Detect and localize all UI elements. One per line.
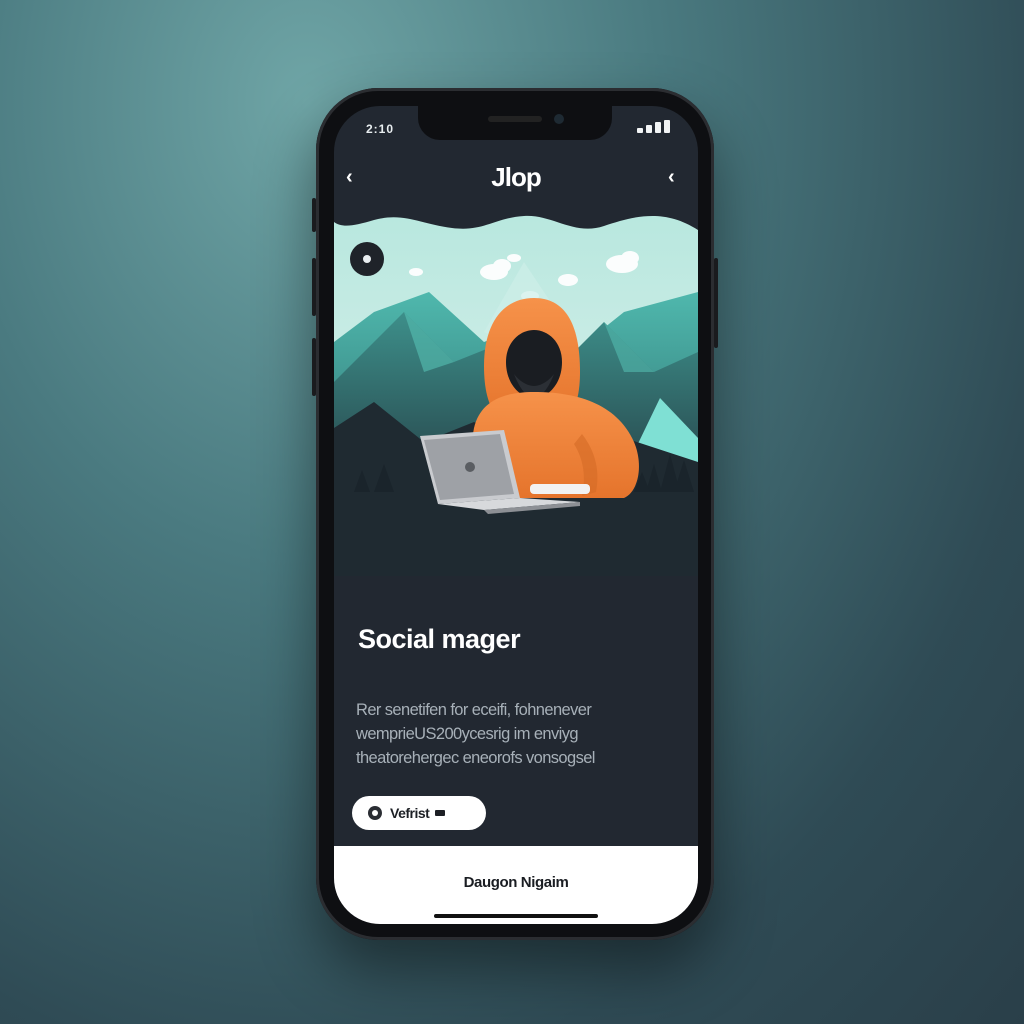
- visit-button-label: Vefrist: [390, 805, 430, 821]
- record-dot-icon[interactable]: [350, 242, 384, 276]
- hero-svg: [334, 202, 698, 582]
- record-dot-icon: [368, 806, 382, 820]
- speaker: [488, 116, 542, 122]
- side-button-right: [714, 258, 718, 348]
- bottom-bar[interactable]: Daugon Nigaim: [334, 846, 698, 924]
- chevron-right-icon[interactable]: ‹: [668, 166, 684, 188]
- content-panel: Social mager Rer senetifen for eceifi, f…: [334, 576, 698, 846]
- app-header: ‹ Jlop ‹: [334, 140, 698, 210]
- visit-button[interactable]: Vefrist: [352, 796, 486, 830]
- hero-illustration: [334, 202, 698, 582]
- page-title: Social mager: [358, 624, 521, 654]
- minus-icon: [435, 810, 446, 816]
- notch: [418, 106, 612, 140]
- status-time: 2:10: [366, 122, 395, 136]
- app-title: Jlop: [491, 161, 541, 192]
- home-indicator[interactable]: [434, 914, 598, 918]
- description-text: Rer senetifen for eceifi, fohnenever wem…: [356, 701, 595, 767]
- side-button-left-1: [312, 198, 316, 232]
- chevron-left-icon[interactable]: ‹: [346, 166, 362, 188]
- phone-screen: 2:10 ‹ Jlop ‹ Social mager Rer senetifen…: [334, 106, 698, 924]
- signal-icon: [637, 120, 670, 133]
- side-button-left-3: [312, 338, 316, 396]
- camera: [554, 114, 564, 124]
- side-button-left-2: [312, 258, 316, 316]
